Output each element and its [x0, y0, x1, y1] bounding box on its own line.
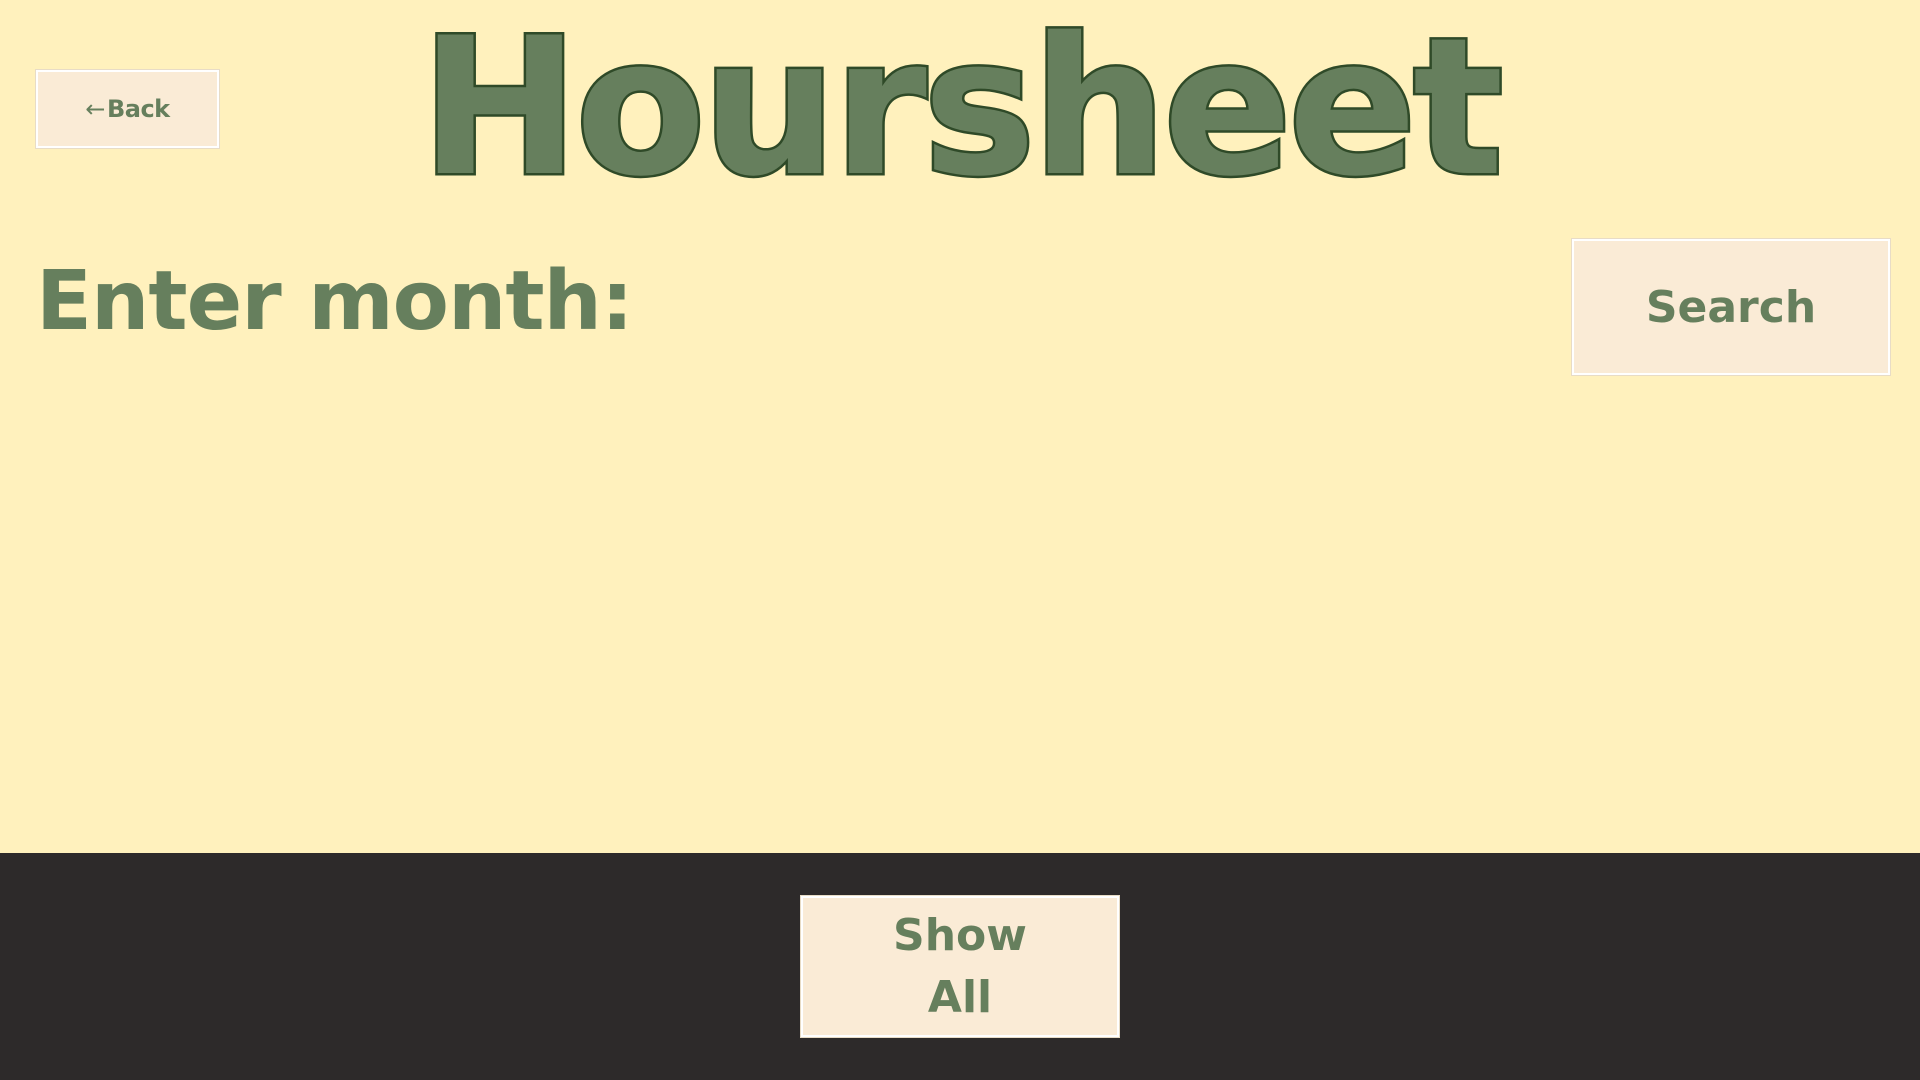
month-label: Enter month: [36, 254, 634, 349]
show-all-button[interactable]: Show All [801, 896, 1119, 1037]
show-all-button-label: Show All [893, 909, 1027, 1023]
search-button-label: Search [1645, 281, 1817, 333]
app-title: Hoursheet [418, 0, 1506, 218]
month-input[interactable] [580, 250, 1544, 352]
search-button[interactable]: Search [1572, 239, 1890, 375]
